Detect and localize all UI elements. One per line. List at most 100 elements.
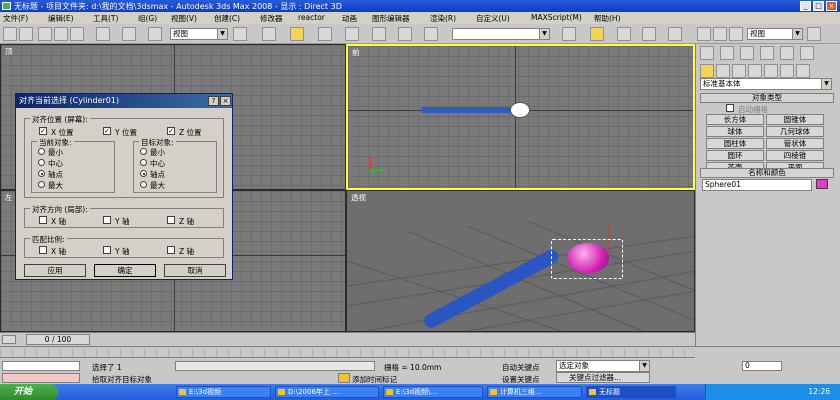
- menu-maxscript[interactable]: MAXScript(M): [531, 13, 582, 22]
- target-pivot-radio[interactable]: [140, 170, 147, 177]
- scale-y-checkbox[interactable]: [103, 246, 111, 254]
- select-icon[interactable]: [38, 27, 52, 41]
- named-selection-combo[interactable]: ▼: [452, 28, 550, 40]
- orient-x-checkbox[interactable]: [39, 216, 47, 224]
- viewport-navigation[interactable]: [790, 361, 838, 383]
- z-position-checkbox[interactable]: ✓: [167, 127, 175, 135]
- current-pivot-radio[interactable]: [38, 170, 45, 177]
- target-center-radio[interactable]: [140, 159, 147, 166]
- coordinate-fields[interactable]: [175, 361, 375, 371]
- minimize-button[interactable]: _: [800, 1, 811, 11]
- menu-graph-editors[interactable]: 图形编辑器: [372, 13, 410, 24]
- key-filters-button[interactable]: 关键点过滤器...: [556, 372, 650, 383]
- taskbar-item[interactable]: E:\3d视频: [176, 386, 271, 398]
- help-button[interactable]: ?: [208, 96, 219, 106]
- pyramid-button[interactable]: 四棱锥: [766, 150, 824, 161]
- time-slider-thumb[interactable]: 0 / 100: [26, 334, 90, 345]
- geosphere-button[interactable]: 几何球体: [766, 126, 824, 137]
- menu-tools[interactable]: 工具(T): [93, 13, 118, 24]
- key-icon[interactable]: [470, 361, 494, 381]
- scale-x-checkbox[interactable]: [39, 246, 47, 254]
- cameras-icon[interactable]: [748, 64, 762, 78]
- current-min-radio[interactable]: [38, 148, 45, 155]
- track-bar[interactable]: [0, 348, 695, 358]
- sphere-button[interactable]: 球体: [706, 126, 764, 137]
- current-center-radio[interactable]: [38, 159, 45, 166]
- display-tab-icon[interactable]: [780, 46, 794, 60]
- select-link-icon[interactable]: [19, 27, 33, 41]
- select-by-name-icon[interactable]: [54, 27, 68, 41]
- time-tag-icon[interactable]: [338, 373, 350, 383]
- shapes-icon[interactable]: [716, 64, 730, 78]
- schematic-view-icon[interactable]: [668, 27, 682, 41]
- angle-snap-icon[interactable]: [345, 27, 359, 41]
- taskbar-item[interactable]: E:\3d视频\...: [383, 386, 483, 398]
- material-editor-icon[interactable]: [697, 27, 711, 41]
- layer-manager-icon[interactable]: [617, 27, 631, 41]
- taskbar-item[interactable]: 计算机三维...: [487, 386, 582, 398]
- rect-selection-icon[interactable]: [70, 27, 84, 41]
- align-icon[interactable]: [590, 27, 604, 41]
- box-button[interactable]: 长方体: [706, 114, 764, 125]
- move-icon[interactable]: [96, 27, 110, 41]
- playback-controls[interactable]: [660, 361, 740, 371]
- scale-z-checkbox[interactable]: [167, 246, 175, 254]
- render-last-icon[interactable]: [807, 27, 821, 41]
- menu-help[interactable]: 帮助(H): [594, 13, 621, 24]
- sphere-object[interactable]: [510, 102, 530, 118]
- lock-icon[interactable]: [145, 360, 155, 370]
- object-type-rollout-header[interactable]: 对象类型: [700, 93, 834, 103]
- taskbar-item[interactable]: D:\2006年上 ...: [275, 386, 379, 398]
- maximize-button[interactable]: □: [813, 1, 824, 11]
- key-selection-combo[interactable]: 选定对象 ▼: [556, 360, 650, 372]
- tube-button[interactable]: 管状体: [766, 138, 824, 149]
- maxscript-listener[interactable]: [2, 361, 80, 371]
- cylinder-object[interactable]: [422, 107, 518, 113]
- ok-button[interactable]: 确定: [94, 264, 156, 277]
- menu-group[interactable]: 组(G): [138, 13, 157, 24]
- spinner-snap-icon[interactable]: [398, 27, 412, 41]
- scale-icon[interactable]: [148, 27, 162, 41]
- apply-button[interactable]: 应用: [24, 264, 86, 277]
- viewport-front[interactable]: 前: [346, 44, 695, 190]
- render-type-combo[interactable]: 视图 ▼: [747, 28, 803, 40]
- start-button[interactable]: 开始: [0, 384, 58, 400]
- current-max-radio[interactable]: [38, 181, 45, 188]
- viewport-perspective[interactable]: 透视: [346, 190, 695, 332]
- name-color-rollout-header[interactable]: 名称和颜色: [700, 168, 834, 178]
- systems-icon[interactable]: [796, 64, 810, 78]
- menu-file[interactable]: 文件(F): [3, 13, 28, 24]
- close-button[interactable]: ×: [826, 1, 837, 11]
- menu-customize[interactable]: 自定义(U): [476, 13, 510, 24]
- motion-tab-icon[interactable]: [760, 46, 774, 60]
- taskbar-item-active[interactable]: 无标题: [586, 386, 676, 398]
- dialog-close-button[interactable]: ×: [220, 96, 231, 106]
- menu-rendering[interactable]: 渲染(R): [430, 13, 456, 24]
- snap-3d-icon[interactable]: [318, 27, 332, 41]
- cancel-button[interactable]: 取消: [164, 264, 226, 277]
- orient-z-checkbox[interactable]: [167, 216, 175, 224]
- autogrid-checkbox[interactable]: [726, 104, 734, 112]
- helpers-icon[interactable]: [764, 64, 778, 78]
- keyboard-shortcut-icon[interactable]: [290, 27, 304, 41]
- space-warps-icon[interactable]: [780, 64, 794, 78]
- cone-button[interactable]: 圆锥体: [766, 114, 824, 125]
- menu-animation[interactable]: 动画: [342, 13, 357, 24]
- undo-icon[interactable]: [3, 27, 17, 41]
- menu-modifiers[interactable]: 修改器: [260, 13, 283, 24]
- utilities-tab-icon[interactable]: [800, 46, 814, 60]
- render-scene-icon[interactable]: [713, 27, 727, 41]
- cylinder-button[interactable]: 圆柱体: [706, 138, 764, 149]
- create-tab-icon[interactable]: [700, 46, 714, 60]
- target-max-radio[interactable]: [140, 181, 147, 188]
- reference-coord-combo[interactable]: 视图 ▼: [170, 28, 228, 40]
- menu-reactor[interactable]: reactor: [298, 13, 325, 22]
- select-manipulate-icon[interactable]: [262, 27, 276, 41]
- quick-render-icon[interactable]: [729, 27, 743, 41]
- object-name-input[interactable]: Sphere01: [702, 179, 812, 191]
- current-frame-field[interactable]: 0: [742, 361, 782, 371]
- modify-tab-icon[interactable]: [720, 46, 734, 60]
- y-position-checkbox[interactable]: ✓: [103, 127, 111, 135]
- torus-button[interactable]: 圆环: [706, 150, 764, 161]
- menu-edit[interactable]: 编辑(E): [48, 13, 74, 24]
